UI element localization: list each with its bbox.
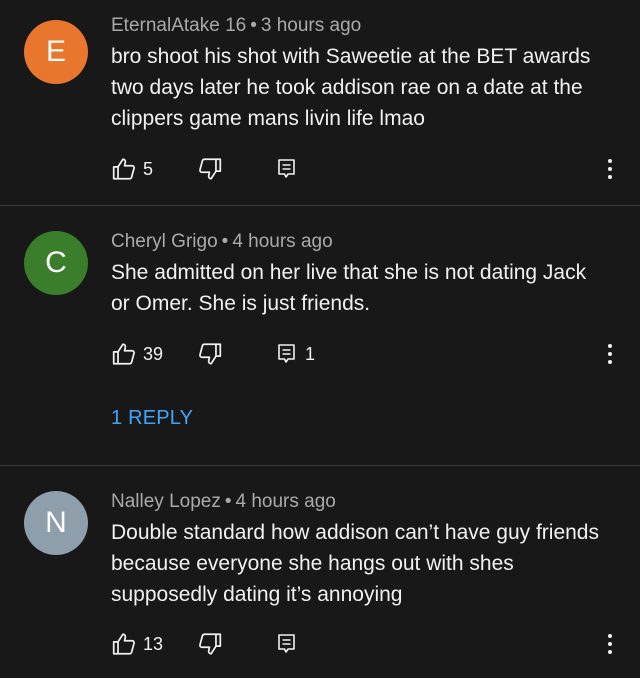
dislike-button[interactable] — [197, 154, 223, 184]
comment-line: She admitted on her live that she is not… — [111, 261, 587, 284]
thumbs-down-icon — [197, 341, 223, 367]
like-count: 5 — [143, 158, 154, 179]
more-options-button[interactable] — [604, 154, 616, 184]
comment-line: two days later he took addison rae on a … — [111, 76, 583, 99]
avatar[interactable]: C — [24, 231, 88, 295]
author-name[interactable]: Cheryl Grigo — [111, 231, 218, 252]
comment-text: Double standard how addison can’t have g… — [111, 517, 616, 610]
avatar[interactable]: N — [24, 491, 88, 555]
comment-line: supposedly dating it’s annoying — [111, 583, 403, 606]
reply-button[interactable] — [275, 154, 299, 184]
comment-meta: Cheryl Grigo • 4 hours ago — [111, 231, 333, 253]
comment-actions: 5 — [111, 154, 631, 184]
reply-icon — [275, 157, 299, 181]
comment-thread: E EternalAtake 16 • 3 hours ago bro shoot … — [0, 0, 640, 205]
comment-line: or Omer. She is just friends. — [111, 292, 371, 315]
more-options-button[interactable] — [604, 629, 616, 659]
timestamp: 4 hours ago — [235, 491, 336, 512]
thumbs-down-icon — [197, 631, 223, 657]
comment-actions: 13 — [111, 629, 631, 659]
dislike-button[interactable] — [197, 629, 223, 659]
comment-line: Double standard how addison can’t have g… — [111, 521, 599, 544]
author-name[interactable]: EternalAtake 16 — [111, 15, 246, 36]
thumbs-up-icon — [111, 631, 137, 657]
comment-line: clippers game mans livin life lmao — [111, 107, 425, 130]
comment-thread: N Nalley Lopez • 4 hours ago Double standa… — [0, 466, 640, 678]
comment-actions: 39 1 — [111, 339, 631, 369]
view-replies-link[interactable]: 1 REPLY — [111, 407, 193, 430]
like-button[interactable]: 13 — [111, 629, 163, 659]
like-count: 39 — [143, 343, 164, 364]
meta-separator: • — [224, 491, 232, 512]
comment-line: because everyone she hangs out with shes — [111, 552, 514, 575]
comment-thread: C Cheryl Grigo • 4 hours ago She admitted … — [0, 206, 640, 465]
meta-separator: • — [250, 15, 257, 36]
more-options-button[interactable] — [604, 339, 616, 369]
like-count: 13 — [143, 633, 164, 654]
comment-line: bro shoot his shot with Saweetie at the … — [111, 45, 591, 68]
thumbs-up-icon — [111, 341, 137, 367]
thumbs-down-icon — [197, 156, 223, 182]
timestamp: 4 hours ago — [232, 231, 333, 252]
reply-count: 1 — [305, 343, 316, 364]
meta-separator: • — [221, 231, 229, 252]
comment-meta: Nalley Lopez • 4 hours ago — [111, 491, 336, 513]
dislike-button[interactable] — [197, 339, 223, 369]
comment-meta: EternalAtake 16 • 3 hours ago — [111, 15, 361, 37]
author-name[interactable]: Nalley Lopez — [111, 491, 221, 512]
comment-text: bro shoot his shot with Saweetie at the … — [111, 41, 616, 134]
timestamp: 3 hours ago — [260, 15, 362, 36]
reply-button[interactable] — [275, 629, 299, 659]
reply-button[interactable]: 1 — [275, 339, 315, 369]
thumbs-up-icon — [111, 156, 137, 182]
like-button[interactable]: 5 — [111, 154, 153, 184]
like-button[interactable]: 39 — [111, 339, 163, 369]
reply-icon — [275, 342, 299, 366]
reply-icon — [275, 632, 299, 656]
comment-text: She admitted on her live that she is not… — [111, 257, 616, 319]
avatar[interactable]: E — [24, 20, 88, 84]
